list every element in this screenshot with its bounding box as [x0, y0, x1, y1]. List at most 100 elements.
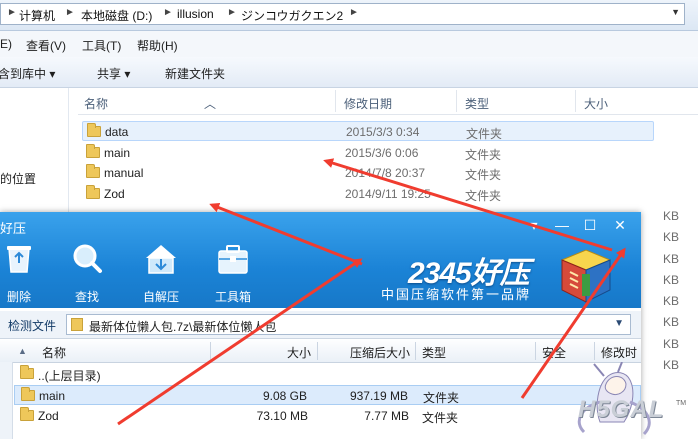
column-date[interactable]: 修改日期 [344, 95, 392, 112]
column-security[interactable]: 安全 [542, 344, 566, 361]
column-type[interactable]: 类型 [465, 95, 489, 112]
menu-tools[interactable]: 工具(T) [82, 37, 121, 54]
menu-help[interactable]: 帮助(H) [137, 37, 178, 54]
row-name: main [39, 389, 66, 403]
folder-icon [71, 318, 83, 331]
menu-bar: E) 查看(V) 工具(T) 帮助(H) [0, 31, 698, 57]
self-extract-button[interactable]: 自解压 [134, 242, 184, 304]
toolbox-button[interactable]: 工具箱 [206, 242, 256, 304]
breadcrumb-chevron-icon[interactable]: ► [7, 7, 17, 18]
file-name: manual [104, 166, 144, 180]
recycle-bin-icon [7, 246, 31, 273]
nav-item-recent-places[interactable]: 问的位置 [0, 170, 36, 187]
sort-ascending-icon: ︿ [204, 97, 217, 111]
breadcrumb-illusion[interactable]: illusion [177, 7, 214, 21]
menu-view[interactable]: 查看(V) [26, 37, 66, 54]
breadcrumb-computer[interactable]: 计算机 [19, 7, 55, 24]
row-compressed-size: 937.19 MB [349, 389, 408, 403]
file-size-unit: KB [663, 252, 680, 266]
row-type: 文件夹 [423, 391, 460, 405]
archive-row-main[interactable]: main 9.08 GB 937.19 MB 文件夹 [14, 385, 641, 405]
haozip-window: 好压 ▾ — ☐ ✕ 删除 查找 自解压 工具箱 2345好压 中国压缩软件第一… [0, 212, 641, 439]
address-history-chevron-icon[interactable]: ▼ [671, 7, 680, 17]
toolbox-icon [218, 245, 248, 274]
file-size-unit: KB [663, 273, 680, 287]
file-date: 2014/7/8 20:37 [345, 166, 426, 180]
breadcrumb-current-folder[interactable]: ジンコウガクエン2 [241, 7, 343, 24]
file-type: 文件夹 [465, 189, 502, 203]
file-size-unit: KB [663, 315, 680, 329]
maximize-button[interactable]: ☐ [580, 216, 600, 234]
file-size-unit: KB [663, 294, 680, 308]
archive-path-text: 最新体位懒人包.7z\最新体位懒人包 [89, 320, 277, 334]
folder-up-icon [20, 365, 34, 379]
file-name: data [105, 125, 129, 139]
file-size-unit: KB [663, 209, 680, 223]
folder-icon [21, 387, 35, 401]
address-bar: ► 计算机 ► 本地磁盘 (D:) ► illusion ► ジンコウガクエン2… [0, 0, 698, 31]
h5gal-watermark-text: H5GAL [578, 396, 665, 423]
folder-icon [87, 123, 101, 137]
row-type: 文件夹 [422, 411, 459, 425]
archive-row-zod[interactable]: Zod 73.10 MB 7.77 MB 文件夹 [14, 406, 641, 426]
find-label: 查找 [74, 290, 99, 304]
folder-icon [86, 144, 100, 158]
file-row-main[interactable]: main 2015/3/6 0:06 文件夹 [82, 143, 654, 163]
column-name[interactable]: 名称 [84, 95, 108, 112]
file-row-data[interactable]: data 2015/3/3 0:34 文件夹 [82, 121, 654, 141]
column-size[interactable]: 大小 [584, 95, 608, 112]
breadcrumb-chevron-icon[interactable]: ► [227, 7, 237, 18]
file-type: 文件夹 [466, 127, 503, 141]
breadcrumb-chevron-icon[interactable]: ► [349, 7, 359, 18]
haozip-archive-box-icon [560, 249, 612, 303]
address-box[interactable]: ► 计算机 ► 本地磁盘 (D:) ► illusion ► ジンコウガクエン2… [0, 3, 685, 25]
folder-icon [86, 164, 100, 178]
minimize-button[interactable]: — [552, 216, 572, 234]
file-name: Zod [104, 187, 125, 201]
archive-path-combobox[interactable]: 最新体位懒人包.7z\最新体位懒人包 ▼ [66, 314, 631, 335]
menu-dropdown-button[interactable]: ▾ [524, 216, 544, 234]
column-size[interactable]: 大小 [287, 344, 311, 361]
share-button[interactable]: 共享 ▾ [97, 65, 130, 82]
detect-file-button[interactable]: 检测文件 [8, 317, 56, 334]
menu-edit[interactable]: E) [0, 37, 12, 51]
column-type[interactable]: 类型 [422, 344, 446, 361]
column-modified[interactable]: 修改时 [601, 344, 637, 361]
delete-label: 删除 [6, 290, 31, 304]
breadcrumb-chevron-icon[interactable]: ► [163, 7, 173, 18]
toolbox-label: 工具箱 [214, 290, 251, 304]
column-compressed-size[interactable]: 压缩后大小 [350, 344, 410, 361]
haozip-path-bar: 检测文件 最新体位懒人包.7z\最新体位懒人包 ▼ [0, 311, 641, 339]
haozip-side-strip [0, 362, 13, 439]
column-name[interactable]: 名称 [42, 344, 66, 361]
row-name: ..(上层目录) [38, 369, 101, 383]
sort-ascending-icon: ▲ [18, 346, 27, 356]
delete-button[interactable]: 删除 [0, 242, 42, 304]
file-name: main [104, 146, 131, 160]
find-button[interactable]: 查找 [60, 242, 110, 304]
chevron-down-icon[interactable]: ▼ [614, 318, 624, 329]
row-name: Zod [38, 409, 59, 423]
file-date: 2015/3/3 0:34 [346, 125, 420, 139]
file-date: 2015/3/6 0:06 [345, 146, 419, 160]
haozip-title: 好压 [0, 221, 27, 236]
file-row-manual[interactable]: manual 2014/7/8 20:37 文件夹 [82, 163, 654, 183]
file-row-zod[interactable]: Zod 2014/9/11 19:25 文件夹 [82, 184, 654, 204]
include-in-library-button[interactable]: 包含到库中 ▾ [0, 65, 55, 82]
breadcrumb-chevron-icon[interactable]: ► [65, 7, 75, 18]
folder-icon [86, 185, 100, 199]
file-size-unit: KB [663, 230, 680, 244]
archive-row-parent[interactable]: ..(上层目录) [14, 364, 641, 384]
up-level-button[interactable] [0, 316, 6, 332]
self-extract-label: 自解压 [142, 290, 179, 304]
haozip-header: 好压 ▾ — ☐ ✕ 删除 查找 自解压 工具箱 2345好压 中国压缩软件第一… [0, 212, 641, 308]
breadcrumb-drive-d[interactable]: 本地磁盘 (D:) [81, 7, 152, 24]
row-size: 9.08 GB [262, 389, 307, 403]
self-extract-house-icon [146, 245, 176, 274]
new-folder-button[interactable]: 新建文件夹 [165, 65, 225, 82]
file-date: 2014/9/11 19:25 [345, 187, 431, 201]
file-type: 文件夹 [465, 148, 502, 162]
close-button[interactable]: ✕ [610, 216, 630, 234]
magnifier-icon [73, 244, 102, 273]
haozip-slogan: 中国压缩软件第一品牌 [381, 287, 532, 302]
